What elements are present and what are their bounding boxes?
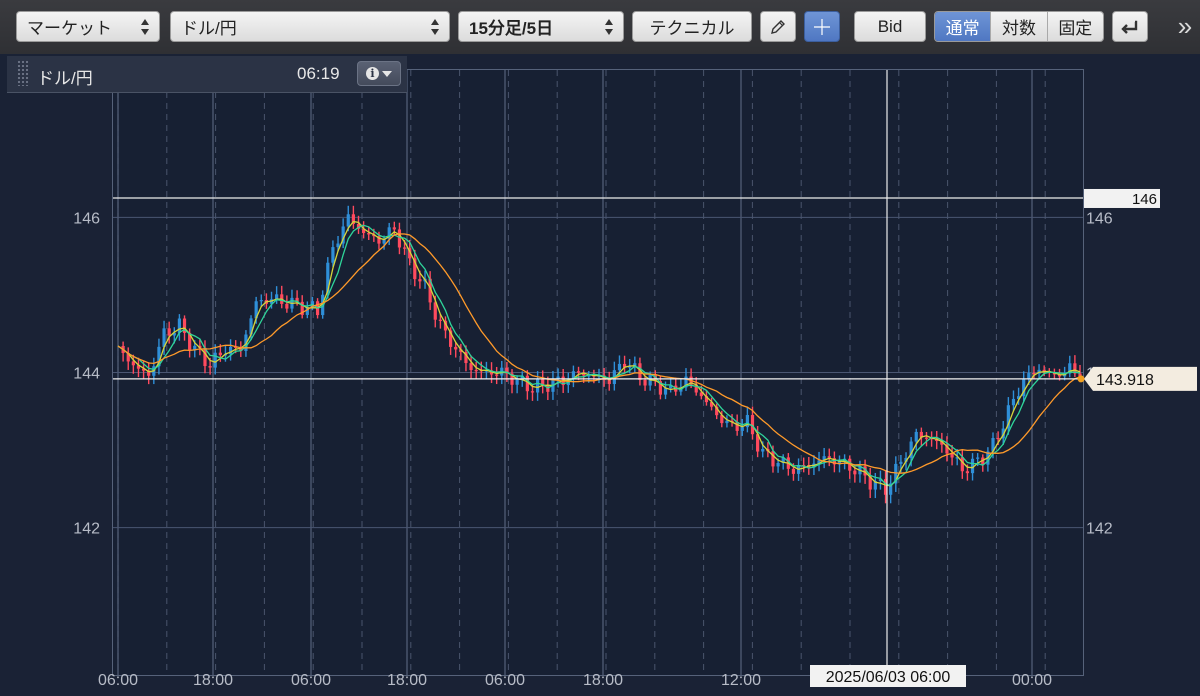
info-pair-label: ドル/円	[37, 69, 93, 88]
bid-button-label: Bid	[877, 16, 903, 36]
y-tick-label: 142	[73, 521, 100, 538]
candle-body	[924, 437, 929, 439]
candle-body	[346, 214, 350, 227]
crosshair-price-tag: 146	[1084, 188, 1160, 208]
x-tick-label: 00:00	[1012, 672, 1052, 689]
drag-grip-icon[interactable]	[17, 60, 29, 86]
candle-body	[402, 247, 407, 249]
info-menu-button[interactable]: i	[357, 61, 401, 86]
scale-mode-log[interactable]: 対数	[991, 12, 1048, 41]
candle-body	[776, 462, 780, 467]
candle-body	[725, 420, 729, 424]
market-select[interactable]: マーケット	[16, 11, 160, 42]
toolbar: マーケット ドル/円 15分足/5日 テクニカル Bid 通常 対数 固定 »	[0, 0, 1200, 55]
x-tick-label: 12:00	[721, 672, 761, 689]
current-price-label: 143.918	[1096, 372, 1154, 389]
candle-body	[177, 318, 182, 333]
candle-body	[285, 303, 289, 309]
crosshair-date-tag: 2025/06/03 06:00	[810, 665, 966, 687]
more-icon[interactable]: »	[1172, 12, 1198, 42]
candle-body	[617, 363, 622, 371]
candle-body	[576, 371, 581, 373]
y-tick-label: 142	[1086, 521, 1113, 538]
info-time-label: 06:19	[297, 64, 340, 83]
candle-body	[1011, 398, 1016, 406]
x-tick-label: 18:00	[387, 672, 427, 689]
x-tick-label: 06:00	[98, 672, 138, 689]
crosshair-icon	[814, 18, 830, 35]
candle-body	[740, 427, 744, 431]
updown-arrows-icon	[431, 18, 440, 36]
return-arrow-icon	[1121, 20, 1138, 34]
candle-body	[535, 378, 540, 393]
candle-body	[899, 461, 903, 464]
pencil-icon	[771, 19, 785, 34]
timeframe-select[interactable]: 15分足/5日	[458, 11, 624, 42]
y-tick-label: 146	[1086, 210, 1113, 227]
candle-body	[643, 379, 647, 386]
candle-body	[392, 227, 396, 230]
technical-button-label: テクニカル	[649, 19, 735, 38]
y-tick-label: 144	[73, 366, 100, 383]
current-price-tag: 143.918	[1077, 366, 1197, 391]
candle-body	[397, 229, 402, 248]
candle-body	[663, 388, 668, 395]
x-tick-label: 06:00	[485, 672, 525, 689]
scale-mode-toggle: 通常 対数 固定	[934, 11, 1104, 42]
candle-body	[469, 363, 473, 371]
x-tick-label: 18:00	[193, 672, 233, 689]
dropdown-triangle-icon	[382, 70, 392, 77]
scale-mode-normal[interactable]: 通常	[935, 12, 992, 41]
candle-body	[996, 437, 1000, 440]
candle-body	[474, 370, 478, 372]
x-tick-label: 06:00	[291, 672, 331, 689]
crosshair-date-label: 2025/06/03 06:00	[826, 669, 951, 686]
pair-select[interactable]: ドル/円	[170, 11, 450, 42]
undo-button[interactable]	[1112, 11, 1148, 42]
bid-button[interactable]: Bid	[854, 11, 926, 42]
technical-button[interactable]: テクニカル	[632, 11, 752, 42]
pair-select-label: ドル/円	[181, 19, 237, 38]
candle-body	[418, 279, 422, 282]
updown-arrows-icon	[605, 18, 614, 36]
candle-body	[960, 457, 964, 472]
updown-arrows-icon	[141, 18, 150, 36]
candle-body	[976, 457, 980, 459]
candle-body	[331, 247, 335, 263]
candle-body	[167, 328, 171, 336]
chart-info-box: ドル/円 06:19 i	[7, 56, 407, 93]
candle-body	[761, 448, 765, 452]
draw-tool-button[interactable]	[760, 11, 796, 42]
candle-body	[218, 352, 222, 356]
candle-body	[607, 379, 611, 385]
price-chart[interactable]: 142142144144146146 06:0018:0006:0018:000…	[0, 54, 1200, 696]
candle-body	[438, 319, 442, 321]
candle-body	[213, 352, 217, 368]
candle-body	[965, 471, 970, 474]
crosshair-price-label: 146	[1132, 191, 1157, 208]
info-icon: i	[366, 67, 379, 80]
candle-body	[530, 391, 535, 393]
candle-body	[914, 431, 918, 442]
candle-body	[454, 346, 458, 350]
candle-body	[791, 468, 796, 474]
x-tick-label: 18:00	[583, 672, 623, 689]
candle-body	[208, 366, 212, 368]
candle-body	[853, 470, 857, 475]
timeframe-select-label: 15分足/5日	[469, 19, 554, 38]
candle-body	[259, 300, 263, 302]
candle-body	[131, 361, 135, 366]
crosshair-button[interactable]	[804, 11, 840, 42]
y-tick-label: 146	[73, 210, 100, 227]
market-select-label: マーケット	[27, 19, 112, 38]
scale-mode-fixed[interactable]: 固定	[1047, 12, 1103, 41]
candle-body	[336, 243, 340, 248]
candle-body	[495, 374, 499, 376]
